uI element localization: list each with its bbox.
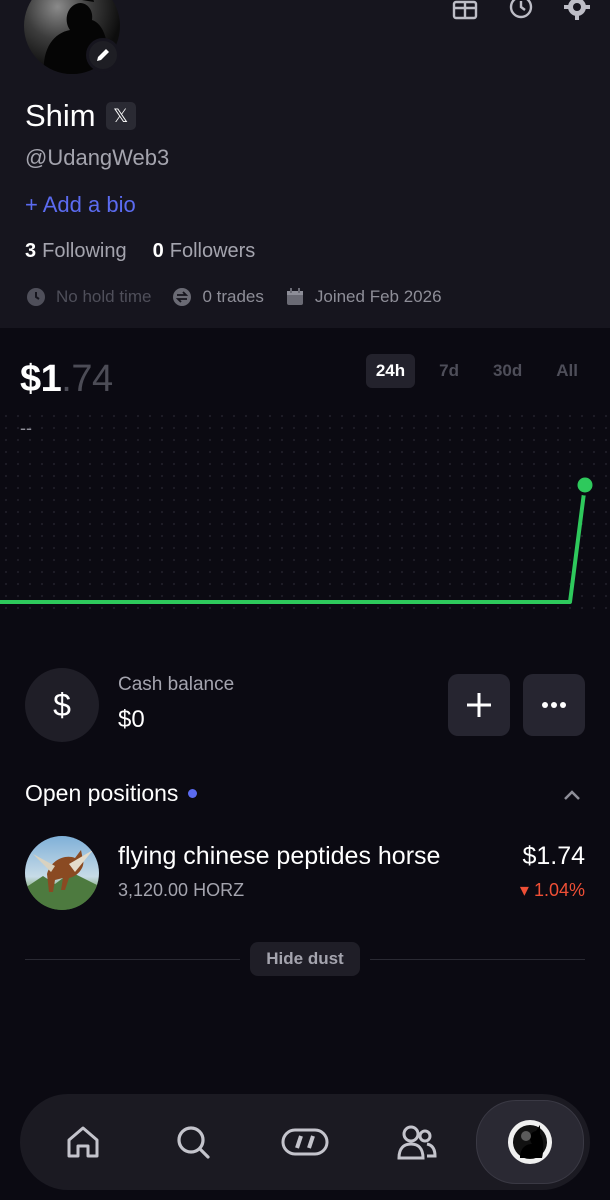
portfolio-chart[interactable]	[0, 330, 610, 630]
profile-avatar	[508, 1120, 552, 1164]
followers-label: Followers	[169, 240, 256, 262]
trades-stat: 0 trades	[171, 286, 264, 308]
bottom-nav	[20, 1094, 590, 1190]
following-count: 3	[25, 240, 37, 262]
divider-right	[370, 959, 585, 960]
profile-header: Shim 𝕏 @UdangWeb3 + Add a bio 3 Following…	[0, 0, 610, 328]
user-handle: @UdangWeb3	[25, 145, 170, 170]
token-name: flying chinese peptides horse	[118, 842, 441, 870]
swap-icon	[171, 286, 193, 308]
hold-time-label: No hold time	[56, 287, 152, 306]
clock-icon	[25, 286, 47, 308]
top-icon-bar	[450, 0, 592, 22]
profile-stats: No hold time 0 trades Joined Feb 2026	[25, 286, 442, 308]
joined-stat: Joined Feb 2026	[284, 286, 442, 308]
hide-dust-button[interactable]: Hide dust	[250, 942, 360, 976]
trade-icon	[281, 1128, 329, 1156]
nav-trade[interactable]	[260, 1094, 350, 1190]
token-value: $1.74	[522, 842, 585, 870]
nav-profile[interactable]	[476, 1100, 584, 1184]
x-badge[interactable]: 𝕏	[105, 102, 136, 130]
follow-stats: 3 Following 0 Followers	[25, 240, 255, 263]
nav-home[interactable]	[38, 1094, 128, 1190]
gear-icon[interactable]	[562, 0, 592, 22]
followers-count: 0	[152, 240, 164, 262]
chart-endpoint	[574, 474, 596, 496]
hold-time-stat: No hold time	[25, 286, 151, 308]
cash-balance-row: $ Cash balance $0	[25, 668, 585, 742]
history-icon[interactable]	[506, 0, 536, 22]
home-icon	[67, 1126, 99, 1158]
open-positions-header[interactable]: Open positions	[25, 780, 585, 812]
search-icon	[177, 1126, 210, 1159]
chart-line	[0, 484, 587, 604]
pencil-icon	[97, 49, 109, 61]
more-options-button[interactable]	[523, 674, 585, 736]
chevron-up-icon[interactable]	[561, 784, 583, 806]
indicator-dot	[188, 789, 198, 798]
portfolio-chart-section: $1.74 -- 24h 7d 30d All	[0, 330, 610, 630]
gift-icon[interactable]	[450, 0, 480, 22]
token-amount: 3,120.00 HORZ	[118, 880, 245, 900]
plus-icon	[467, 693, 491, 717]
following-label: Following	[42, 240, 127, 262]
add-cash-button[interactable]	[448, 674, 510, 736]
calendar-icon	[284, 286, 306, 308]
open-positions-label: Open positions	[25, 780, 179, 806]
token-image	[25, 836, 99, 910]
hide-dust-row: Hide dust	[25, 942, 585, 976]
open-positions-title: Open positions	[25, 780, 198, 807]
position-item[interactable]: flying chinese peptides horse 3,120.00 H…	[25, 836, 585, 910]
name-row: Shim 𝕏	[25, 98, 136, 134]
users-icon	[397, 1125, 437, 1160]
nav-users[interactable]	[372, 1094, 462, 1190]
dollar-icon: $	[25, 668, 99, 742]
trades-label: 0 trades	[202, 287, 264, 306]
divider-left	[25, 959, 240, 960]
cash-label: Cash balance	[118, 674, 235, 695]
nav-search[interactable]	[148, 1094, 238, 1190]
more-icon	[542, 702, 566, 708]
display-name: Shim	[25, 98, 96, 133]
token-change: ▾ 1.04%	[519, 880, 585, 900]
followers-link[interactable]: 0 Followers	[153, 240, 256, 263]
cash-value: $0	[118, 706, 145, 733]
following-link[interactable]: 3 Following	[25, 240, 127, 263]
avatar-container[interactable]	[24, 0, 120, 74]
edit-avatar-button[interactable]	[86, 38, 120, 72]
joined-label: Joined Feb 2026	[314, 287, 442, 306]
add-bio-link[interactable]: + Add a bio	[25, 192, 136, 218]
